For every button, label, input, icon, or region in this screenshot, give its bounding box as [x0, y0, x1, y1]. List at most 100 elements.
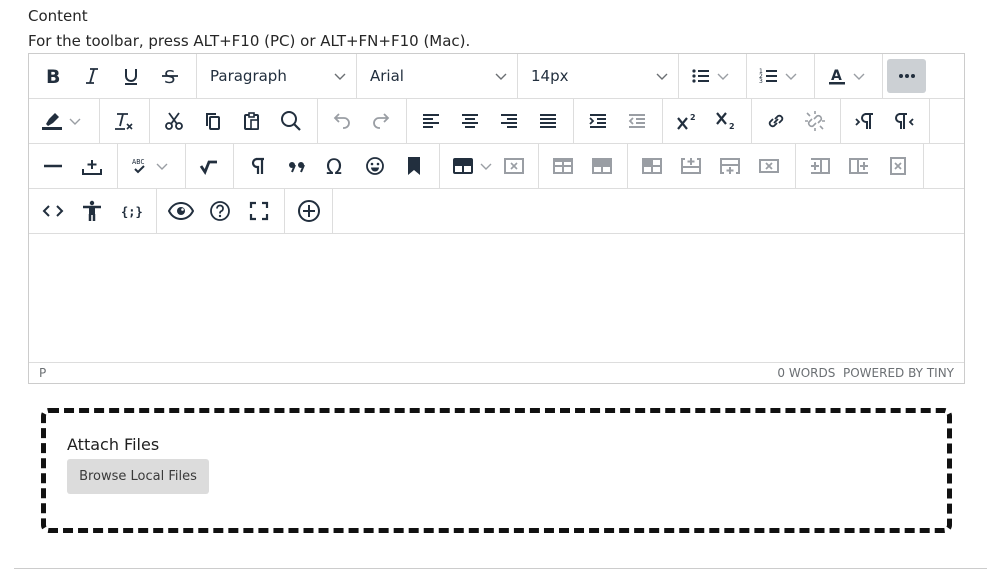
highlight-color-button[interactable] [33, 104, 83, 138]
align-right-icon [499, 111, 519, 131]
field-label: Content [28, 7, 88, 25]
font-family-value: Arial [370, 67, 404, 85]
delete-row-button[interactable] [749, 149, 788, 183]
toolbar-row-2: 2 2 [29, 99, 964, 144]
subscript-button[interactable]: 2 [706, 104, 745, 138]
spellcheck-button[interactable]: ABC [122, 149, 172, 183]
clear-formatting-button[interactable] [104, 104, 143, 138]
editor-content-area[interactable] [29, 234, 964, 363]
delete-table-button[interactable] [494, 149, 533, 183]
text-color-icon: A [827, 66, 847, 86]
insert-row-after-button[interactable] [710, 149, 749, 183]
page-break-button[interactable] [72, 149, 111, 183]
chevron-down-icon [495, 70, 507, 82]
special-char-button[interactable]: Ω [316, 149, 355, 183]
bullet-list-icon [691, 66, 711, 86]
chevron-down-icon [480, 160, 492, 172]
script-group: 2 2 [663, 99, 752, 143]
align-left-button[interactable] [411, 104, 450, 138]
chevron-down-icon [717, 70, 729, 82]
cut-button[interactable] [154, 104, 193, 138]
undo-button[interactable] [322, 104, 361, 138]
remove-link-button[interactable] [795, 104, 834, 138]
font-family-select[interactable]: Arial [357, 54, 518, 98]
more-group [883, 54, 930, 98]
indent-group [574, 99, 663, 143]
element-path[interactable]: P [39, 366, 46, 380]
equation-group [186, 144, 234, 188]
more-button[interactable] [887, 59, 926, 93]
align-right-button[interactable] [489, 104, 528, 138]
indent-button[interactable] [578, 104, 617, 138]
insert-column-before-button[interactable] [800, 149, 839, 183]
italic-icon [82, 66, 102, 86]
word-count[interactable]: 0 WORDS [777, 366, 835, 380]
table-delete-icon [503, 156, 525, 176]
preview-button[interactable] [161, 194, 200, 228]
powered-by-link[interactable]: POWERED BY TINY [843, 366, 954, 380]
math-equation-button[interactable] [190, 149, 229, 183]
merge-cells-button[interactable] [632, 149, 671, 183]
redo-button[interactable] [361, 104, 400, 138]
outdent-button[interactable] [617, 104, 656, 138]
insert-content-button[interactable] [289, 194, 328, 228]
rtl-icon [893, 111, 915, 131]
bold-button[interactable]: B [33, 59, 72, 93]
table-row-group [628, 144, 796, 188]
unlink-icon [804, 110, 826, 132]
table-button[interactable] [444, 149, 494, 183]
rtl-button[interactable] [884, 104, 923, 138]
insert-char-group: Ω [234, 144, 440, 188]
ltr-button[interactable] [845, 104, 884, 138]
align-center-button[interactable] [450, 104, 489, 138]
svg-text:B: B [46, 66, 60, 86]
bullet-list-button[interactable] [683, 59, 733, 93]
table-cell-props-button[interactable] [582, 149, 621, 183]
chevron-down-icon [656, 70, 668, 82]
justify-button[interactable] [528, 104, 567, 138]
history-group [318, 99, 407, 143]
svg-text:2: 2 [690, 113, 696, 122]
horizontal-line-button[interactable] [33, 149, 72, 183]
italic-button[interactable] [72, 59, 111, 93]
subscript-icon: 2 [715, 111, 737, 131]
svg-text:Ω: Ω [326, 155, 342, 177]
delete-column-button[interactable] [878, 149, 917, 183]
table-icon [452, 156, 474, 176]
code-sample-button[interactable]: {;} [111, 194, 150, 228]
font-size-select[interactable]: 14px [518, 54, 679, 98]
block-format-value: Paragraph [210, 67, 287, 85]
attach-files-dropzone[interactable]: Attach Files Browse Local Files [41, 408, 952, 533]
help-button[interactable] [200, 194, 239, 228]
insert-column-after-button[interactable] [839, 149, 878, 183]
browse-local-files-button[interactable]: Browse Local Files [67, 459, 209, 494]
blockquote-button[interactable] [277, 149, 316, 183]
numbered-list-group: 123 [747, 54, 815, 98]
strikethrough-button[interactable]: S [150, 59, 189, 93]
emoji-button[interactable] [355, 149, 394, 183]
table-row-icon [591, 156, 613, 176]
source-code-button[interactable] [33, 194, 72, 228]
superscript-button[interactable]: 2 [667, 104, 706, 138]
copy-button[interactable] [193, 104, 232, 138]
insert-link-button[interactable] [756, 104, 795, 138]
table-row-props-button[interactable] [543, 149, 582, 183]
numbered-list-button[interactable]: 123 [751, 59, 801, 93]
table-col-group [796, 144, 924, 188]
find-replace-button[interactable] [271, 104, 310, 138]
insert-row-before-button[interactable] [671, 149, 710, 183]
text-color-button[interactable]: A [819, 59, 869, 93]
highlighter-icon [41, 111, 63, 131]
chevron-down-icon [334, 70, 346, 82]
anchor-button[interactable] [394, 149, 433, 183]
accessibility-checker-button[interactable] [72, 194, 111, 228]
insert-group [285, 189, 333, 233]
numbered-list-icon: 123 [759, 66, 779, 86]
fullscreen-button[interactable] [239, 194, 278, 228]
block-format-select[interactable]: Paragraph [197, 54, 357, 98]
paste-button[interactable] [232, 104, 271, 138]
show-blocks-button[interactable] [238, 149, 277, 183]
accessibility-icon [81, 200, 103, 222]
underline-button[interactable] [111, 59, 150, 93]
clear-format-group [100, 99, 150, 143]
